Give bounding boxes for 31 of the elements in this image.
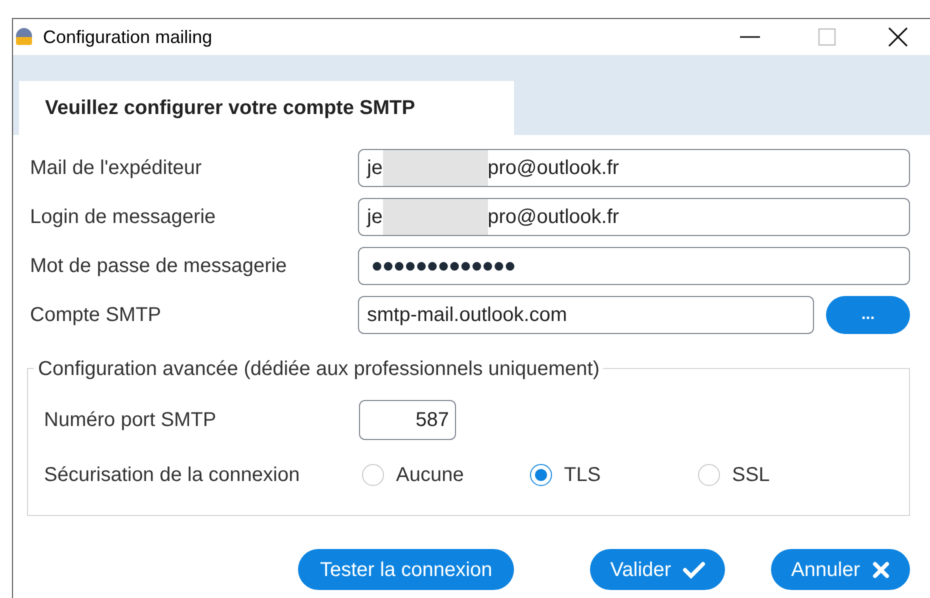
field-value-end: pro@outlook.fr	[488, 204, 620, 230]
radio-button[interactable]	[530, 464, 552, 486]
field-label: Mot de passe de messagerie	[30, 254, 288, 278]
field-label: Compte SMTP	[30, 302, 162, 328]
radio-label: TLS	[564, 463, 601, 488]
action-button[interactable]: Annuler	[771, 549, 910, 590]
password-field[interactable]: ●●●●●●●●●●●●●	[358, 246, 910, 284]
action-button[interactable]: Valider	[590, 549, 726, 590]
smtp-field[interactable]: smtp-mail.outlook.com	[358, 296, 814, 334]
radio-button[interactable]	[362, 464, 384, 486]
check-icon	[683, 560, 706, 578]
radio-label: SSL	[732, 463, 770, 488]
action-button[interactable]: Tester la connexion	[298, 549, 514, 590]
close-icon	[872, 560, 890, 578]
field-label: Mail de l'expéditeur	[30, 156, 203, 180]
field-value-start: je	[367, 156, 383, 180]
tab[interactable]: Veuillez configurer votre compte SMTP	[19, 81, 514, 135]
email-field[interactable]: je pro@outlook.fr	[358, 198, 910, 236]
email-field[interactable]: je pro@outlook.fr	[358, 148, 910, 186]
field-value-start: je	[367, 204, 383, 230]
radio-label: Aucune	[396, 463, 464, 488]
field-label: Login de messagerie	[30, 204, 217, 230]
port-field[interactable]: 587	[359, 400, 456, 440]
field-value-end: pro@outlook.fr	[488, 156, 620, 180]
radio-button[interactable]	[698, 464, 720, 486]
close-icon[interactable]	[888, 27, 908, 47]
browse-button[interactable]: ...	[826, 296, 910, 334]
port-label: Numéro port SMTP	[44, 408, 218, 433]
app-icon	[13, 27, 35, 47]
window-title: Configuration mailing	[43, 26, 212, 49]
security-label: Sécurisation de la connexion	[44, 463, 301, 488]
